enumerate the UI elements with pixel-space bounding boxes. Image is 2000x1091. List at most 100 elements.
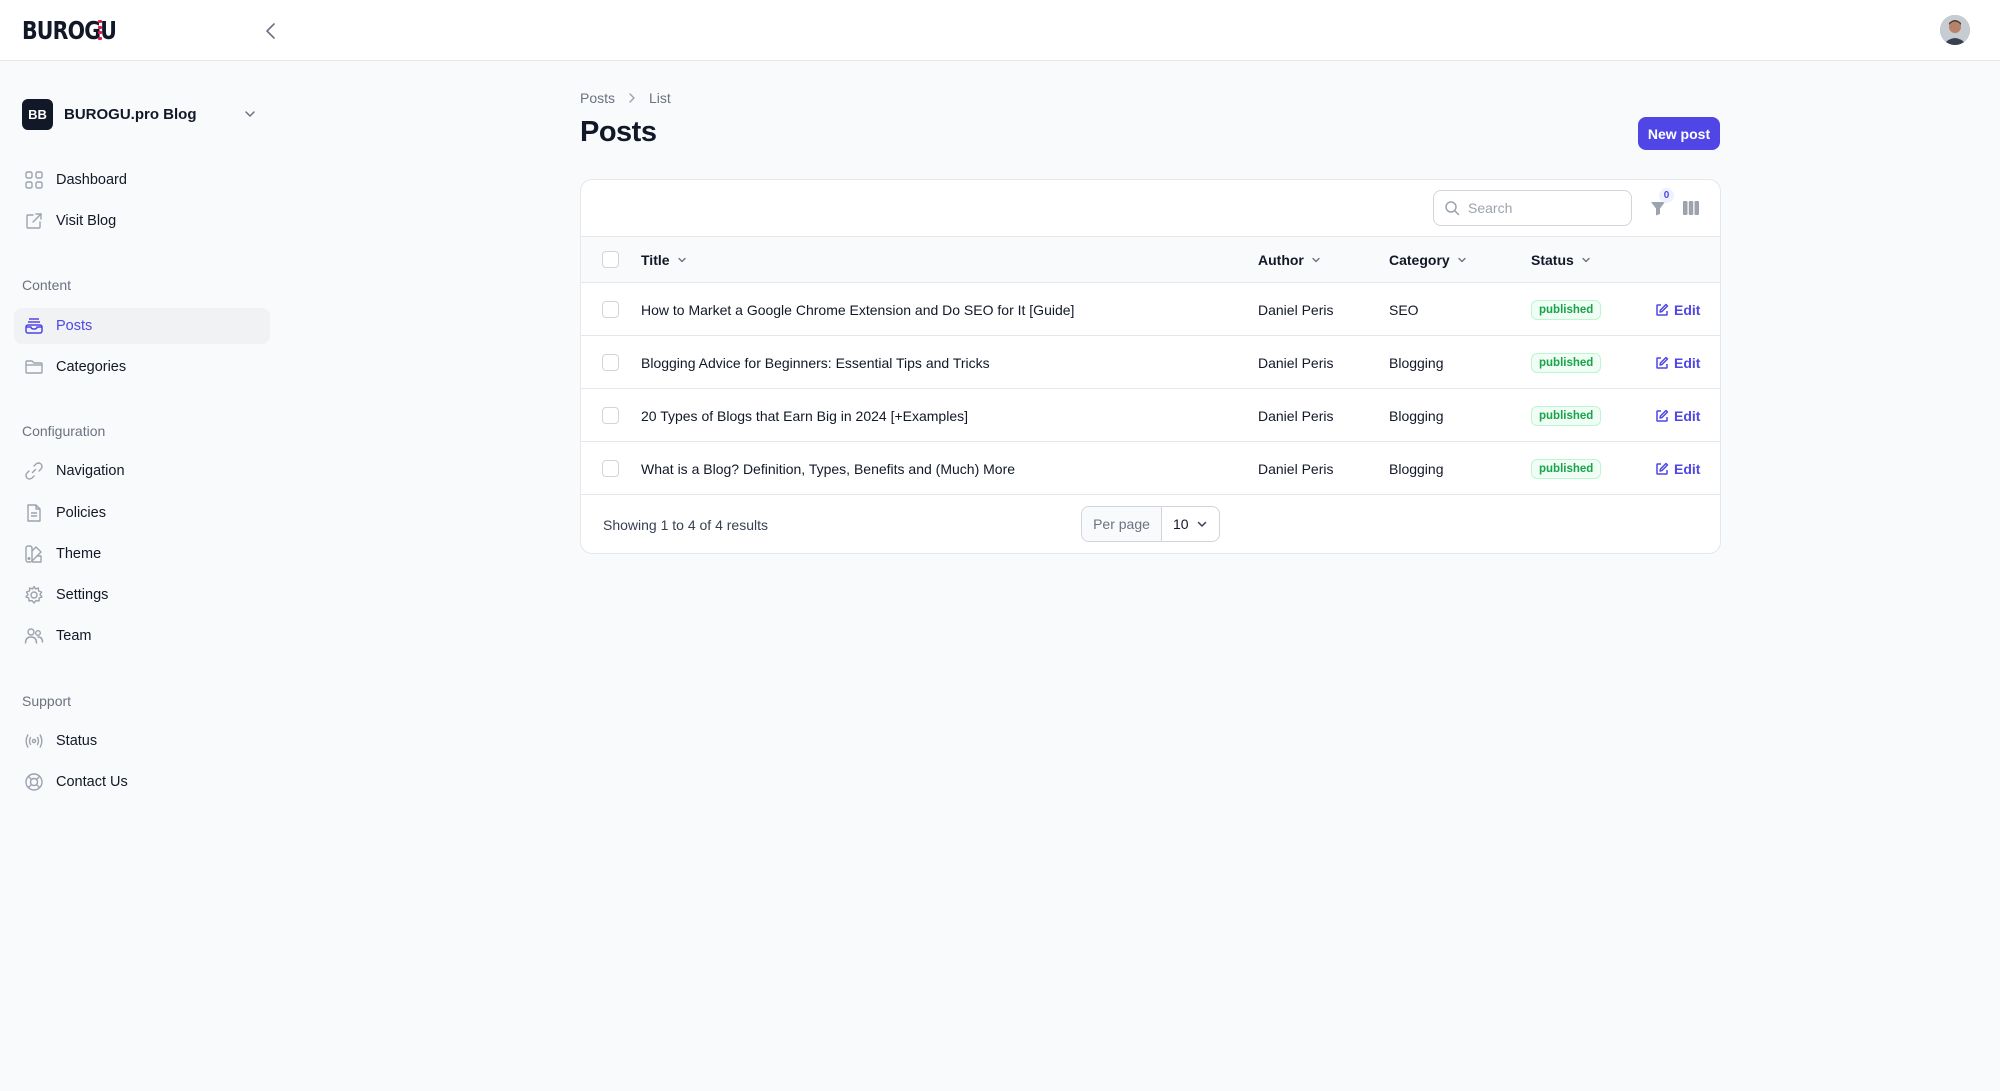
- chevron-down-icon: [1310, 254, 1322, 266]
- sidebar-item-settings[interactable]: Settings: [14, 577, 270, 613]
- sidebar-item-posts[interactable]: Posts: [14, 308, 270, 344]
- chevron-down-icon: [676, 254, 688, 266]
- sidebar-item-label: Dashboard: [56, 172, 127, 188]
- chevron-down-icon: [245, 111, 255, 117]
- sidebar-item-label: Navigation: [56, 463, 125, 479]
- columns-icon: [1683, 201, 1699, 215]
- filter-count-badge: 0: [1659, 188, 1674, 203]
- collapse-sidebar-button[interactable]: [256, 16, 286, 46]
- user-avatar-icon: [1940, 15, 1970, 45]
- results-summary: Showing 1 to 4 of 4 results: [603, 517, 768, 533]
- column-header-status[interactable]: Status: [1531, 237, 1592, 283]
- edit-link[interactable]: Edit: [1655, 336, 1700, 389]
- sidebar-item-categories[interactable]: Categories: [14, 349, 270, 385]
- edit-icon: [1656, 303, 1669, 316]
- signal-icon: [24, 731, 44, 751]
- post-author: Daniel Peris: [1258, 460, 1334, 477]
- table-row[interactable]: How to Market a Google Chrome Extension …: [581, 283, 1720, 336]
- column-header-label: Status: [1531, 252, 1574, 268]
- top-bar: BUROGU: [0, 0, 2000, 61]
- sidebar-item-policies[interactable]: Policies: [14, 495, 270, 531]
- chevron-left-icon: [266, 23, 275, 39]
- external-link-icon: [24, 211, 44, 231]
- document-icon: [24, 503, 44, 523]
- nav-group-configuration: Configuration: [22, 423, 106, 439]
- logo-accent-mark: [98, 20, 102, 40]
- sidebar-item-contact-us[interactable]: Contact Us: [14, 764, 270, 800]
- breadcrumb: Posts List: [580, 90, 671, 106]
- sidebar-item-label: Settings: [56, 587, 109, 603]
- status-badge: published: [1531, 405, 1602, 426]
- sidebar-item-dashboard[interactable]: Dashboard: [14, 162, 270, 198]
- folder-icon: [24, 357, 44, 377]
- posts-table-card: 0 Title Author Category Status How to Ma…: [580, 179, 1721, 554]
- sidebar-item-label: Status: [56, 733, 98, 749]
- sidebar-item-label: Posts: [56, 318, 93, 334]
- column-header-label: Category: [1389, 252, 1450, 268]
- sidebar-item-visit-blog[interactable]: Visit Blog: [14, 203, 270, 239]
- gear-icon: [24, 585, 44, 605]
- sidebar-item-team[interactable]: Team: [14, 618, 270, 654]
- column-header-author[interactable]: Author: [1258, 237, 1322, 283]
- sidebar: BB BUROGU.pro Blog Dashboard Visit Blog …: [0, 61, 280, 1091]
- chevron-right-icon: [627, 92, 637, 104]
- tenant-switcher[interactable]: BB BUROGU.pro Blog: [22, 98, 262, 130]
- edit-icon: [1656, 356, 1669, 369]
- status-badge: published: [1531, 352, 1602, 373]
- inbox-icon: [24, 316, 44, 336]
- sidebar-item-navigation[interactable]: Navigation: [14, 453, 270, 489]
- edit-link[interactable]: Edit: [1655, 389, 1700, 442]
- nav-group-content: Content: [22, 277, 72, 293]
- status-badge: published: [1531, 458, 1602, 479]
- row-checkbox[interactable]: [602, 407, 619, 424]
- swatch-icon: [24, 544, 44, 564]
- per-page-select[interactable]: 10: [1162, 507, 1219, 541]
- nav-group-support: Support: [22, 693, 72, 709]
- post-category: SEO: [1389, 301, 1419, 318]
- chevron-down-icon: [1456, 254, 1468, 266]
- post-author: Daniel Peris: [1258, 301, 1334, 318]
- post-title: 20 Types of Blogs that Earn Big in 2024 …: [641, 407, 968, 424]
- users-icon: [24, 626, 44, 646]
- search-input[interactable]: [1468, 200, 1618, 216]
- chevron-down-icon: [1195, 517, 1209, 534]
- sidebar-item-label: Policies: [56, 505, 106, 521]
- breadcrumb-list: List: [649, 90, 671, 106]
- breadcrumb-posts[interactable]: Posts: [580, 90, 615, 106]
- edit-label: Edit: [1674, 301, 1701, 318]
- select-all-checkbox[interactable]: [602, 251, 619, 268]
- post-category: Blogging: [1389, 460, 1444, 477]
- user-avatar[interactable]: [1940, 15, 1970, 45]
- post-author: Daniel Peris: [1258, 354, 1334, 371]
- row-checkbox[interactable]: [602, 301, 619, 318]
- page-title: Posts: [580, 116, 657, 148]
- per-page-value: 10: [1173, 516, 1189, 532]
- row-checkbox[interactable]: [602, 460, 619, 477]
- table-row[interactable]: 20 Types of Blogs that Earn Big in 2024 …: [581, 389, 1720, 442]
- edit-icon: [1656, 409, 1669, 422]
- search-box[interactable]: [1433, 190, 1632, 226]
- table-row[interactable]: What is a Blog? Definition, Types, Benef…: [581, 442, 1720, 495]
- edit-label: Edit: [1674, 354, 1701, 371]
- logo[interactable]: BUROGU: [22, 14, 137, 48]
- column-header-title[interactable]: Title: [641, 237, 688, 283]
- sidebar-item-status[interactable]: Status: [14, 723, 270, 759]
- sidebar-item-label: Theme: [56, 546, 102, 562]
- per-page-label: Per page: [1082, 507, 1162, 541]
- new-post-button[interactable]: New post: [1638, 117, 1720, 150]
- column-header-label: Author: [1258, 252, 1304, 268]
- column-header-category[interactable]: Category: [1389, 237, 1468, 283]
- post-category: Blogging: [1389, 407, 1444, 424]
- table-footer: Showing 1 to 4 of 4 results Per page 10: [581, 495, 1720, 553]
- chevron-down-icon: [1580, 254, 1592, 266]
- sidebar-item-label: Visit Blog: [56, 213, 117, 229]
- table-row[interactable]: Blogging Advice for Beginners: Essential…: [581, 336, 1720, 389]
- sidebar-item-label: Categories: [56, 359, 127, 375]
- edit-link[interactable]: Edit: [1655, 442, 1700, 495]
- edit-link[interactable]: Edit: [1655, 283, 1700, 336]
- status-badge: published: [1531, 299, 1602, 320]
- toggle-columns-button[interactable]: [1680, 197, 1702, 219]
- row-checkbox[interactable]: [602, 354, 619, 371]
- post-category: Blogging: [1389, 354, 1444, 371]
- sidebar-item-theme[interactable]: Theme: [14, 536, 270, 572]
